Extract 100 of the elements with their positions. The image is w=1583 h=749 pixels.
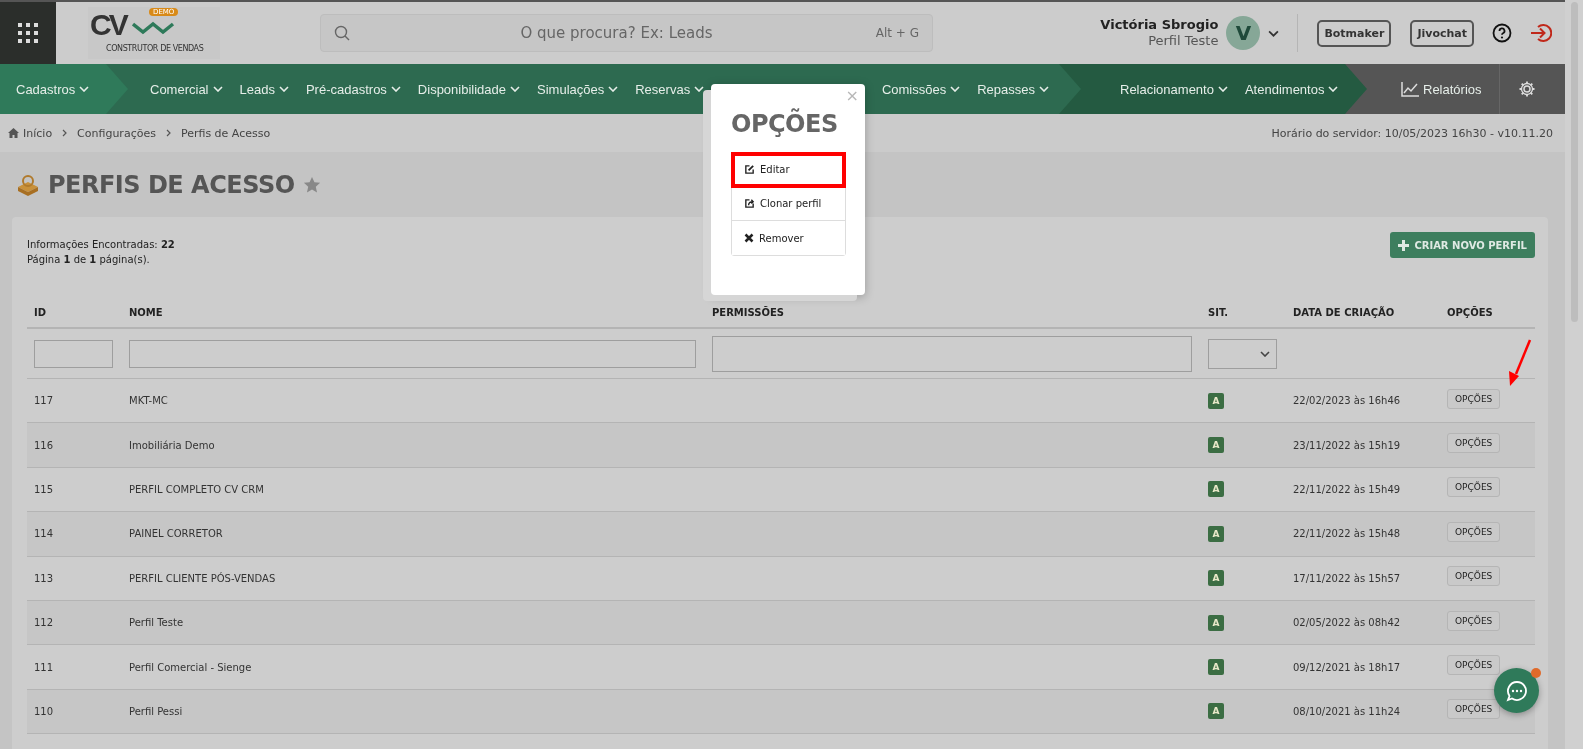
table-cell: 02/05/2022 às 08h42 <box>1293 617 1401 629</box>
breadcrumb-link[interactable]: Início <box>8 126 53 140</box>
create-button[interactable]: CRIAR NOVO PERFIL <box>1390 232 1535 258</box>
options-button[interactable]: OPÇÕES <box>1447 388 1501 409</box>
home-icon <box>8 128 19 138</box>
user-avatar[interactable]: V <box>1226 16 1261 50</box>
table-cell: 114 <box>34 528 54 540</box>
options-button[interactable]: OPÇÕES <box>1447 610 1501 631</box>
column-header: DATA DE CRIAÇÃO <box>1292 305 1396 320</box>
user-role: Perfil Teste <box>1148 33 1219 48</box>
options-button[interactable]: OPÇÕES <box>1447 699 1501 720</box>
status-badge: A <box>1208 614 1224 631</box>
breadcrumb-link[interactable]: Perfis de Acesso <box>180 126 271 140</box>
user-name: Victória Sbrogio <box>1100 17 1219 33</box>
options-button[interactable]: OPÇÕES <box>1447 566 1501 587</box>
chevron-icon <box>212 86 223 92</box>
search-icon <box>334 25 350 41</box>
plus-icon <box>1398 239 1410 251</box>
chevron-icon <box>278 86 289 92</box>
table-cell: 22/11/2022 às 15h49 <box>1293 483 1401 495</box>
status-badge: A <box>1208 525 1224 542</box>
chevron-icon <box>1217 86 1228 92</box>
chevron-icon <box>694 86 705 92</box>
logout-icon[interactable] <box>1530 23 1552 43</box>
table-cell: PERFIL COMPLETO CV CRM <box>129 483 264 495</box>
options-button[interactable]: OPÇÕES <box>1447 521 1501 542</box>
header-button[interactable]: Jivochat <box>1410 19 1474 47</box>
table-cell: 111 <box>34 661 54 673</box>
status-badge: A <box>1208 481 1224 498</box>
nav-item[interactable]: Disponibilidade <box>417 81 521 97</box>
column-header: ID <box>33 305 48 320</box>
edit-icon <box>744 164 755 175</box>
chat-icon <box>1505 679 1528 702</box>
nav-item[interactable]: Relacionamento <box>1120 81 1228 97</box>
notification-dot <box>1531 668 1541 678</box>
server-time: Horário do servidor: 10/05/2023 16h30 - v10.11.20 <box>1271 126 1553 140</box>
summary-text: Página 1 de 1 página(s). <box>27 253 151 267</box>
chevron-icon <box>608 86 619 92</box>
nav-item[interactable]: Cadastros <box>16 81 90 97</box>
table-cell: 115 <box>34 483 54 495</box>
shortcut-hint: Alt + G <box>875 26 919 40</box>
summary-text: Informações Encontradas: 22 <box>27 238 175 252</box>
chevron-icon[interactable] <box>1268 29 1280 37</box>
star-icon[interactable] <box>302 175 321 194</box>
scrollbar[interactable] <box>1565 0 1583 749</box>
table-cell: 116 <box>34 439 54 451</box>
breadcrumb-link[interactable]: Configurações <box>77 126 156 140</box>
header-button[interactable]: Botmaker <box>1317 19 1392 47</box>
close-icon <box>744 233 754 243</box>
help-icon[interactable] <box>1492 23 1512 43</box>
table-cell: Perfil Comercial - Sienge <box>129 661 252 673</box>
table-cell: 117 <box>34 395 54 407</box>
nav-item[interactable]: Relatórios <box>1401 81 1482 97</box>
chevron-right-icon <box>62 129 68 137</box>
status-badge: A <box>1208 703 1224 720</box>
table-cell: Perfil Teste <box>129 617 184 629</box>
status-badge: A <box>1208 392 1224 409</box>
status-badge: A <box>1208 437 1224 454</box>
table-cell: 113 <box>34 572 54 584</box>
settings-icon[interactable] <box>1517 80 1536 98</box>
table-cell: 17/11/2022 às 15h57 <box>1293 572 1401 584</box>
dialog-title: OPÇÕES <box>731 110 839 138</box>
options-button[interactable]: OPÇÕES <box>1447 477 1501 498</box>
table-cell: 22/02/2023 às 16h46 <box>1293 395 1401 407</box>
filter-field[interactable] <box>129 339 696 368</box>
chevron-icon <box>1328 86 1339 92</box>
options-button[interactable]: OPÇÕES <box>1447 655 1501 676</box>
nav-item[interactable]: Comercial <box>150 81 223 97</box>
column-header: OPÇÕES <box>1446 305 1494 320</box>
chevron-icon <box>390 86 401 92</box>
table-cell: 22/11/2022 às 15h48 <box>1293 528 1401 540</box>
filter-field[interactable] <box>34 339 113 368</box>
table-cell: Perfil Pessi <box>129 705 183 717</box>
column-header: NOME <box>128 305 164 320</box>
nav-item[interactable]: Leads <box>239 81 289 97</box>
apps-menu-button[interactable] <box>0 2 56 64</box>
nav-item[interactable]: Repasses <box>977 81 1049 97</box>
nav-item[interactable]: Comissões <box>881 81 961 97</box>
nav-item[interactable]: Simulações <box>537 81 619 97</box>
column-header: PERMISSÕES <box>711 305 786 320</box>
table-cell: Imobiliária Demo <box>129 439 215 451</box>
chevron-icon <box>1039 86 1049 92</box>
table-cell: MKT-MC <box>129 395 168 407</box>
share-icon <box>744 198 755 209</box>
chevron-icon <box>950 86 961 92</box>
status-badge: A <box>1208 659 1224 676</box>
page-title: PERFIS DE ACESSO <box>48 170 295 199</box>
filter-field[interactable] <box>712 335 1192 372</box>
chevron-icon <box>1260 350 1270 357</box>
nav-item[interactable]: Reservas <box>635 81 705 97</box>
table-cell: 110 <box>34 705 54 717</box>
menu-item[interactable]: Editar <box>732 153 845 187</box>
column-header: SIT. <box>1207 305 1230 320</box>
table-cell: 112 <box>34 617 54 629</box>
table-cell: 09/12/2021 às 18h17 <box>1293 661 1401 673</box>
nav-item[interactable]: Pré-cadastros <box>305 81 401 97</box>
nav-item[interactable]: Atendimentos <box>1244 81 1339 97</box>
chevron-icon <box>510 86 521 92</box>
table-cell: PERFIL CLIENTE PÓS-VENDAS <box>129 572 276 584</box>
options-button[interactable]: OPÇÕES <box>1447 433 1501 454</box>
